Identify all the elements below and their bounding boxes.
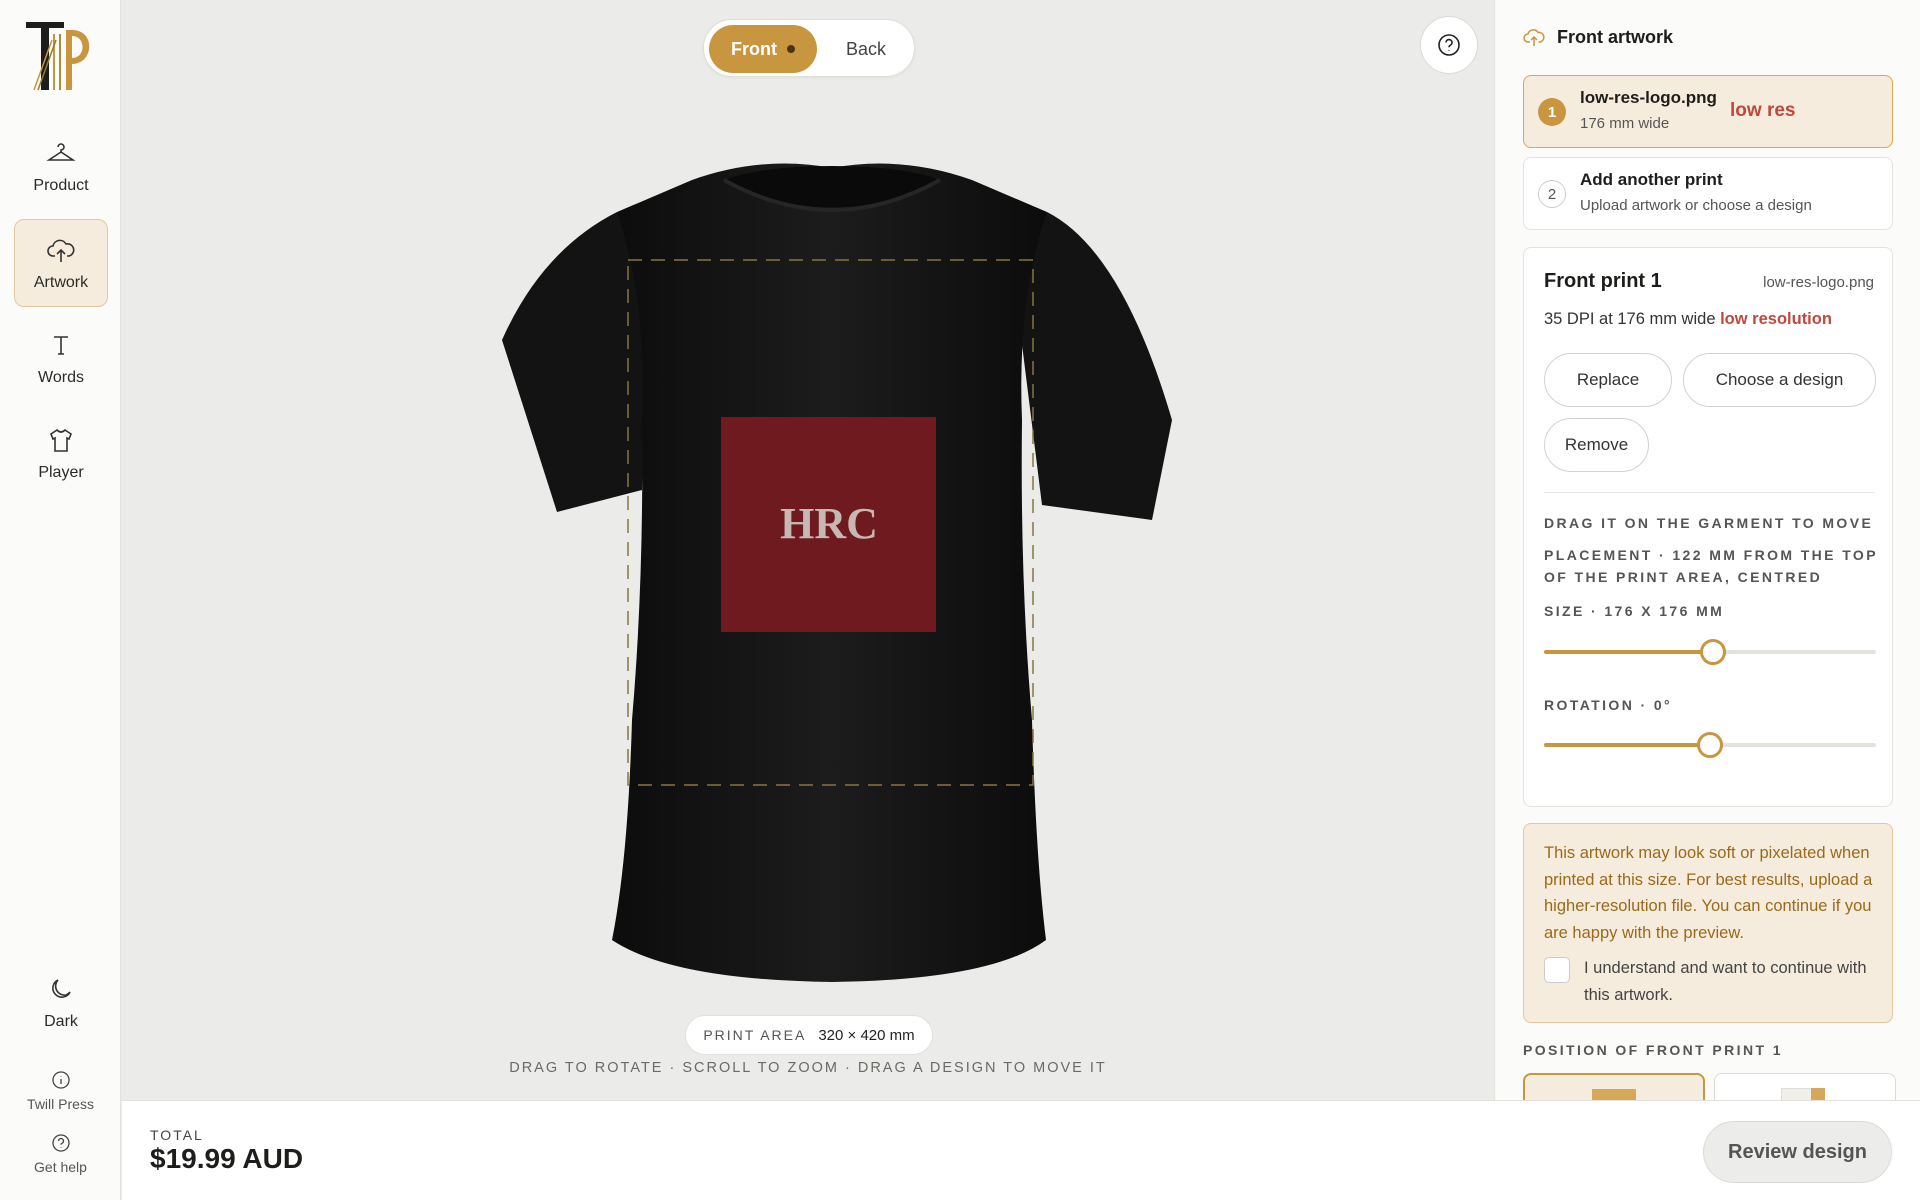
slider-fill: [1544, 650, 1714, 654]
replace-label: Replace: [1576, 370, 1640, 389]
review-design-label: Review design: [1728, 1140, 1867, 1163]
design-canvas[interactable]: Front Back HRC PRINT AREA 320 × 420 mm D…: [122, 0, 1494, 1100]
dpi-warning: low resolution: [1720, 310, 1832, 328]
divider: [1544, 492, 1874, 493]
dark-mode-toggle[interactable]: Dark: [14, 958, 108, 1046]
remove-label: Remove: [1564, 435, 1629, 454]
position-label: POSITION OF FRONT PRINT 1: [1523, 1042, 1783, 1058]
twill-press-label: Twill Press: [27, 1096, 94, 1112]
artwork-panel: Front artwork 1 low-res-logo.png 176 mm …: [1494, 0, 1920, 1100]
slot-number: 1: [1538, 98, 1566, 126]
low-res-notice: This artwork may look soft or pixelated …: [1523, 823, 1893, 1023]
nav-artwork-label: Artwork: [33, 273, 89, 291]
help-circle-icon: [51, 1134, 70, 1152]
tshirt-preview[interactable]: HRC: [432, 160, 1232, 1000]
remove-button[interactable]: Remove: [1544, 418, 1649, 472]
slider-knob[interactable]: [1700, 639, 1727, 665]
artwork-text: HRC: [780, 499, 878, 548]
print-settings-card: Front print 1 low-res-logo.png 35 DPI at…: [1523, 247, 1893, 807]
replace-button[interactable]: Replace: [1544, 353, 1672, 407]
panel-title: Front artwork: [1557, 26, 1674, 47]
slider-knob[interactable]: [1697, 732, 1723, 758]
review-design-button[interactable]: Review design: [1703, 1121, 1892, 1183]
position-centre-icon: [1592, 1089, 1636, 1100]
nav-player-label: Player: [38, 463, 84, 481]
print-file-name: low-res-logo.png: [1763, 274, 1874, 291]
cloud-upload-icon: [1523, 29, 1545, 46]
acknowledge-checkbox[interactable]: [1544, 957, 1570, 983]
tshirt-icon: [50, 428, 72, 452]
nav-artwork[interactable]: Artwork: [14, 219, 108, 307]
artwork-placement[interactable]: HRC: [721, 417, 936, 632]
nav-player[interactable]: Player: [14, 409, 108, 497]
print-area-label: PRINT AREA: [703, 1027, 807, 1043]
acknowledge-label[interactable]: I understand and want to continue with t…: [1584, 955, 1874, 1009]
print-area-value: 320 × 420 mm: [818, 1026, 915, 1044]
bottom-bar: TOTAL $19.99 AUD Review design: [122, 1100, 1920, 1200]
brand-logo[interactable]: [24, 20, 98, 94]
rotation-slider[interactable]: [1544, 732, 1876, 758]
front-side-button[interactable]: Front: [709, 25, 817, 73]
print-title: Front print 1: [1544, 270, 1662, 292]
total-price: $19.99 AUD: [150, 1143, 304, 1174]
twill-press-link[interactable]: Twill Press: [10, 1070, 111, 1112]
dark-mode-label: Dark: [44, 1012, 78, 1030]
total-label: TOTAL: [150, 1127, 204, 1143]
position-option-left-chest[interactable]: [1714, 1073, 1896, 1100]
left-rail: Product Artwork Words Player Dark Twill …: [0, 0, 121, 1200]
size-label: SIZE · 176 X 176 MM: [1544, 603, 1725, 619]
get-help-link[interactable]: Get help: [10, 1133, 111, 1175]
nav-words-label: Words: [38, 368, 84, 386]
slider-fill: [1544, 743, 1710, 747]
slot-width: 176 mm wide: [1580, 115, 1670, 132]
print-area-badge: PRINT AREA 320 × 420 mm: [685, 1015, 933, 1055]
text-icon: [54, 335, 68, 355]
nav-product-label: Product: [33, 176, 89, 194]
position-option-centre[interactable]: [1523, 1073, 1705, 1100]
rotation-label: ROTATION · 0°: [1544, 697, 1673, 713]
cloud-upload-icon: [47, 239, 75, 262]
add-print-subtitle: Upload artwork or choose a design: [1580, 197, 1812, 214]
notice-text: This artwork may look soft or pixelated …: [1544, 844, 1873, 942]
nav-product[interactable]: Product: [14, 122, 108, 210]
back-side-label: Back: [845, 38, 887, 59]
slot-file-name: low-res-logo.png: [1580, 88, 1717, 107]
add-print-slot[interactable]: 2 Add another print Upload artwork or ch…: [1523, 157, 1893, 230]
low-res-badge: low res: [1730, 100, 1796, 121]
front-side-label: Front: [731, 38, 777, 59]
canvas-hint: DRAG TO ROTATE · SCROLL TO ZOOM · DRAG A…: [509, 1060, 1107, 1076]
hanger-icon: [46, 142, 76, 161]
get-help-label: Get help: [34, 1159, 87, 1175]
question-icon: [1438, 34, 1460, 56]
dpi-info: 35 DPI at 176 mm wide low resolution: [1544, 310, 1832, 329]
print-slot-1[interactable]: 1 low-res-logo.png 176 mm wide low res: [1523, 75, 1893, 148]
moon-icon: [52, 978, 71, 998]
info-icon: [51, 1071, 70, 1089]
drag-hint: DRAG IT ON THE GARMENT TO MOVE: [1544, 515, 1874, 531]
nav-words[interactable]: Words: [14, 314, 108, 402]
panel-header: Front artwork: [1523, 26, 1673, 48]
position-left-chest-mark: [1811, 1088, 1825, 1100]
help-button[interactable]: [1420, 16, 1478, 74]
add-print-title: Add another print: [1580, 170, 1723, 189]
slot-number: 2: [1538, 180, 1566, 208]
back-side-button[interactable]: Back: [822, 25, 910, 73]
size-slider[interactable]: [1544, 639, 1876, 665]
active-dot-icon: [786, 45, 795, 53]
dpi-value: 35 DPI at 176 mm wide: [1544, 310, 1716, 328]
choose-design-label: Choose a design: [1715, 370, 1844, 389]
side-toggle: Front Back: [703, 19, 915, 77]
placement-info: PLACEMENT · 122 MM FROM THE TOP OF THE P…: [1544, 547, 1878, 585]
choose-design-button[interactable]: Choose a design: [1683, 353, 1876, 407]
